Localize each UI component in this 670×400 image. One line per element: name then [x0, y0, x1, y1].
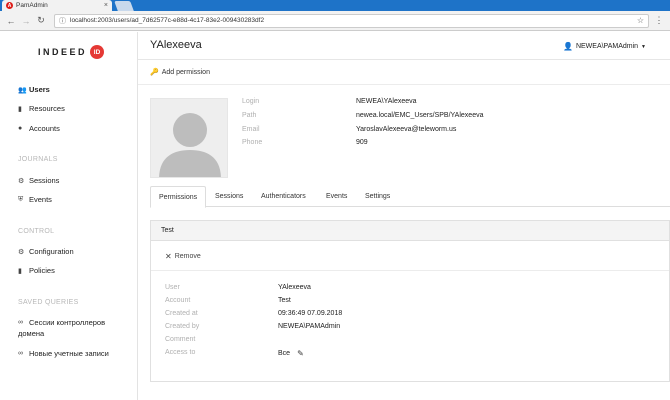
phone-label: Phone: [242, 139, 263, 146]
sidebar-item-saved-new-accounts[interactable]: ∞ Новые учетные записи: [18, 349, 109, 358]
add-permission-button[interactable]: 🔑 Add permission: [150, 68, 210, 77]
url-text[interactable]: localhost:2003/users/ad_7d62577c-e88d-4c…: [70, 17, 637, 24]
user-menu[interactable]: 👤 NEWEA\PAMAdmin ▼: [563, 42, 646, 51]
sidebar-item-users[interactable]: 👥 Users: [18, 85, 50, 94]
login-label: Login: [242, 98, 260, 105]
created-at-value: 09:36:49 07.09.2018: [278, 310, 343, 317]
login-value: NEWEA\YAlexeeva: [356, 98, 417, 105]
path-value: newea.local/EMC_Users/SPB/YAlexeeva: [356, 112, 484, 119]
comment-label: Comment: [165, 336, 196, 343]
tab-bar: Permissions Sessions Authenticators Even…: [150, 186, 670, 208]
new-tab-button[interactable]: [114, 1, 134, 11]
access-to-label: Access to: [165, 349, 196, 356]
server-icon: ▮: [18, 105, 22, 113]
account-value: Test: [278, 297, 291, 304]
tab-authenticators[interactable]: Authenticators: [253, 186, 314, 207]
browser-titlebar: A PamAdmin ×: [0, 0, 670, 11]
sidebar-item-configuration[interactable]: ⚙ Configuration: [18, 247, 74, 256]
bookmark-star-icon[interactable]: ☆: [637, 16, 644, 25]
key-icon: 🔑: [150, 69, 159, 76]
forward-icon[interactable]: →: [20, 16, 32, 26]
created-at-label: Created at: [165, 310, 198, 317]
account-icon: ●: [18, 125, 23, 132]
close-icon: ✕: [165, 252, 172, 261]
link-icon: ∞: [18, 319, 23, 326]
path-label: Path: [242, 112, 257, 119]
account-label: Account: [165, 297, 191, 304]
sidebar-item-resources[interactable]: ▮ Resources: [18, 104, 65, 113]
shield-icon: ⛨: [18, 195, 24, 203]
browser-menu-icon[interactable]: ⋮: [653, 15, 665, 26]
permission-panel: Test ✕ Remove User YAlexeeva Account Tes…: [150, 220, 670, 382]
tab-title: PamAdmin: [16, 2, 48, 9]
user-name: NEWEA\PAMAdmin: [575, 43, 639, 50]
users-icon: 👥: [18, 86, 27, 94]
file-icon: ▮: [18, 267, 22, 275]
indeed-id-logo[interactable]: INDEED ID: [38, 45, 105, 59]
reload-icon[interactable]: ↻: [35, 15, 47, 26]
section-journals: JOURNALS: [18, 156, 58, 163]
avatar-placeholder-icon: [159, 113, 221, 177]
user-value: YAlexeeva: [278, 284, 311, 291]
tab-permissions[interactable]: Permissions: [150, 186, 207, 208]
sidebar-item-sessions[interactable]: ⚙ Sessions: [18, 176, 59, 185]
user-icon: 👤: [562, 42, 573, 51]
page-title: YAlexeeva: [150, 39, 202, 51]
link-icon: ∞: [18, 350, 23, 357]
tab-sessions[interactable]: Sessions: [207, 186, 251, 207]
avatar: [150, 98, 228, 178]
pencil-icon[interactable]: ✎: [297, 349, 304, 358]
section-control: CONTROL: [18, 228, 55, 235]
sidebar-item-events[interactable]: ⛨ Events: [18, 195, 52, 204]
email-value: YaroslavAlexeeva@teleworm.us: [356, 126, 457, 133]
gears-icon: ⚙: [18, 248, 25, 256]
access-to-value: Все ✎: [278, 349, 304, 358]
created-by-label: Created by: [165, 323, 200, 330]
email-label: Email: [242, 126, 260, 133]
tab-events[interactable]: Events: [318, 186, 355, 207]
panel-divider: [151, 270, 669, 271]
sidebar: INDEED ID 👥 Users ▮ Resources ● Accounts…: [0, 32, 138, 400]
phone-value: 909: [356, 139, 368, 146]
sidebar-item-policies[interactable]: ▮ Policies: [18, 266, 55, 275]
angular-favicon-icon: A: [6, 2, 13, 9]
tab-close-icon[interactable]: ×: [104, 2, 108, 9]
sidebar-item-accounts[interactable]: ● Accounts: [18, 124, 60, 133]
logo-badge: ID: [90, 45, 105, 59]
permission-header[interactable]: Test: [151, 221, 669, 241]
page-header: YAlexeeva 👤 NEWEA\PAMAdmin ▼: [138, 32, 670, 60]
remove-button[interactable]: ✕ Remove: [165, 252, 201, 261]
user-label: User: [165, 284, 180, 291]
sessions-icon: ⚙: [18, 177, 25, 185]
chevron-down-icon: ▼: [641, 43, 646, 50]
info-icon[interactable]: ⓘ: [59, 16, 66, 26]
tab-settings[interactable]: Settings: [357, 186, 398, 207]
created-by-value: NEWEA\PAMAdmin: [278, 323, 341, 330]
address-bar[interactable]: ⓘ localhost:2003/users/ad_7d62577c-e88d-…: [54, 13, 649, 28]
browser-tab[interactable]: A PamAdmin ×: [2, 0, 112, 11]
back-icon[interactable]: ←: [5, 16, 17, 26]
sidebar-item-saved-dc-sessions[interactable]: ∞ Сессии контроллеров домена: [18, 317, 105, 339]
permission-title: Test: [161, 227, 174, 234]
browser-toolbar: ← → ↻ ⓘ localhost:2003/users/ad_7d62577c…: [0, 11, 670, 31]
divider: [138, 84, 670, 85]
section-saved-queries: SAVED QUERIES: [18, 299, 79, 306]
